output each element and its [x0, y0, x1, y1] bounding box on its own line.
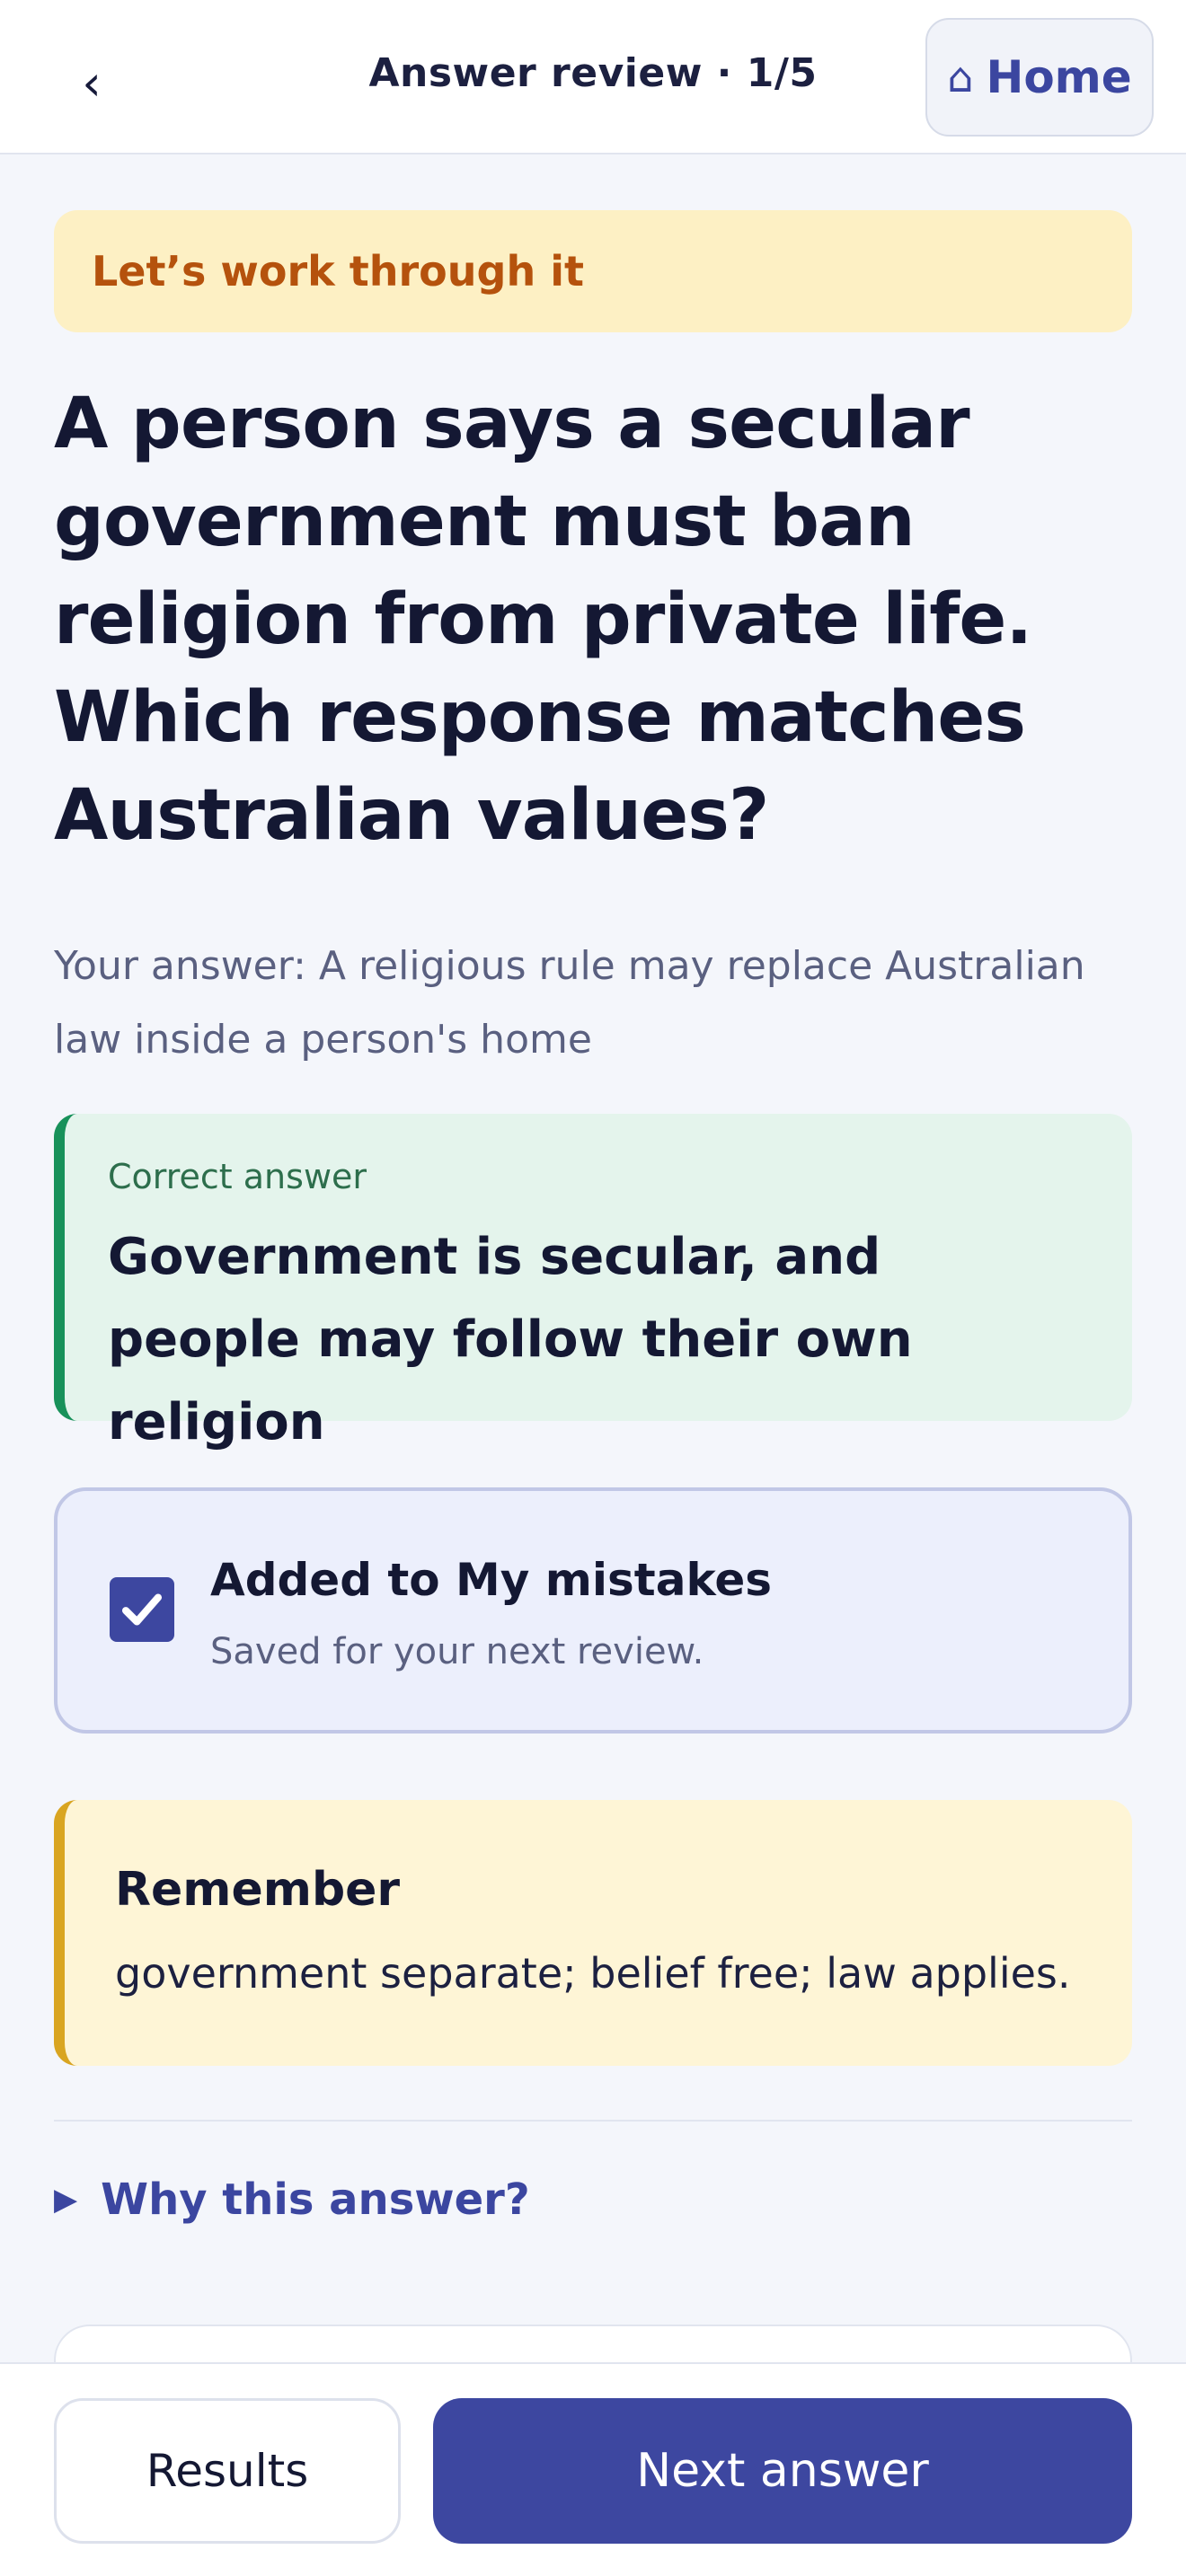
correct-answer-text: Government is secular, and people may fo…	[108, 1228, 913, 1451]
question-text: A person says a secular government must …	[54, 384, 1032, 856]
next-answer-button[interactable]: Next answer	[433, 2398, 1132, 2544]
correct-answer-label: Correct answer	[108, 1157, 367, 1196]
feedback-banner-text: Let’s work through it	[92, 247, 584, 296]
mistakes-title: Added to My mistakes	[210, 1554, 773, 1606]
added-to-mistakes-checkbox[interactable]	[110, 1577, 174, 1642]
home-button-label: Home	[986, 51, 1132, 103]
remember-card: Remember government separate; belief fre…	[54, 1800, 1132, 2066]
remember-text: government separate; belief free; law ap…	[115, 1949, 1071, 1998]
my-mistakes-card[interactable]: Added to My mistakes Saved for your next…	[54, 1487, 1132, 1734]
why-this-answer-label: Why this answer?	[101, 2175, 530, 2225]
why-this-answer-toggle[interactable]: ▶ Why this answer?	[54, 2168, 530, 2231]
correct-answer-card: Correct answer Government is secular, an…	[54, 1114, 1132, 1451]
mistakes-subtitle: Saved for your next review.	[210, 1631, 704, 1672]
divider	[54, 2120, 1132, 2122]
your-answer-text: Your answer: A religious rule may replac…	[54, 943, 1085, 1063]
bottom-action-bar: Results Next answer	[0, 2362, 1186, 2576]
home-button[interactable]: ⌂ Home	[925, 18, 1154, 137]
triangle-right-icon: ▶	[54, 2182, 78, 2218]
home-icon: ⌂	[947, 53, 974, 101]
feedback-banner: Let’s work through it	[54, 210, 1132, 332]
remember-title: Remember	[115, 1863, 401, 1917]
results-button[interactable]: Results	[54, 2398, 401, 2544]
checkmark-icon	[121, 1593, 163, 1626]
top-bar: ‹ Answer review · 1/5 ⌂ Home	[0, 0, 1186, 154]
